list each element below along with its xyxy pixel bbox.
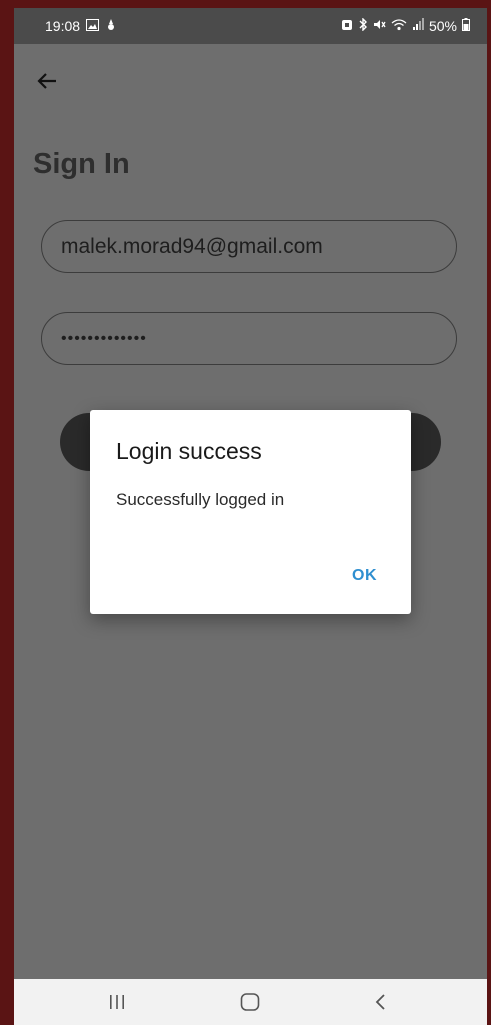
mute-icon — [373, 18, 386, 34]
login-success-dialog: Login success Successfully logged in OK — [90, 410, 411, 614]
dialog-message: Successfully logged in — [116, 490, 285, 509]
home-icon — [240, 993, 260, 1011]
bluetooth-icon — [358, 17, 368, 34]
recents-button[interactable] — [97, 989, 137, 1015]
ok-button[interactable]: OK — [352, 567, 377, 585]
notification-icon — [105, 18, 117, 34]
sign-in-screen: Sign In malek.morad94@gmail.com ••••••••… — [14, 44, 487, 979]
signal-icon — [412, 18, 424, 34]
password-field[interactable]: ••••••••••••• — [41, 312, 457, 365]
image-icon — [86, 18, 100, 34]
device-screen: 19:08 50% Sign In malek.morad94@gmail.co… — [14, 8, 487, 1025]
status-right: 50% — [341, 17, 470, 34]
recents-icon — [110, 995, 124, 1009]
home-button[interactable] — [230, 989, 270, 1015]
wifi-icon — [391, 18, 407, 34]
dialog-title: Login success — [116, 438, 262, 464]
back-icon — [375, 994, 385, 1010]
page-title: Sign In — [33, 148, 130, 180]
back-button[interactable] — [32, 66, 62, 96]
email-field[interactable]: malek.morad94@gmail.com — [41, 220, 457, 273]
status-time: 19:08 — [45, 18, 81, 34]
battery-level: 50% — [428, 18, 457, 34]
status-bar: 19:08 50% — [14, 8, 487, 44]
battery-icon — [462, 18, 470, 34]
arrow-left-icon — [37, 73, 56, 89]
alarm-icon — [341, 18, 353, 34]
status-left: 19:08 — [45, 18, 117, 34]
navigation-bar — [14, 979, 487, 1025]
nav-back-button[interactable] — [361, 989, 401, 1015]
